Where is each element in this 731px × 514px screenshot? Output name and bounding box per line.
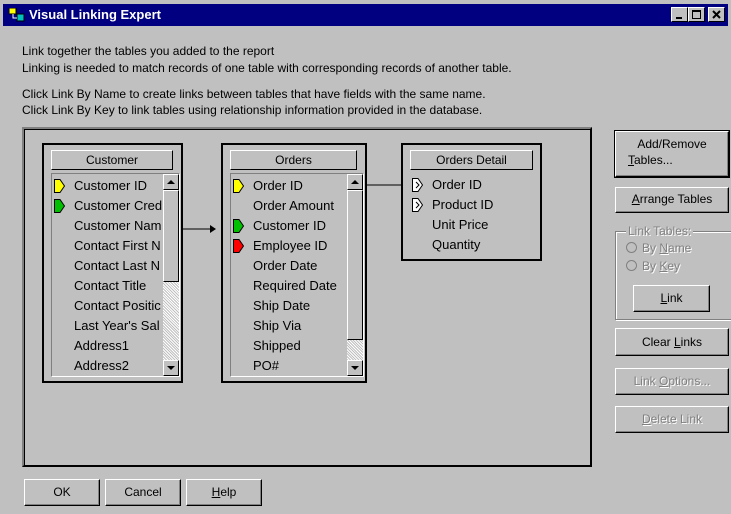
delete-link-button[interactable]: Delete Link [615,406,729,433]
by-name-radio[interactable]: By Name [626,241,691,255]
scroll-down-button[interactable] [347,360,363,376]
list-item[interactable]: Required Date [233,276,346,296]
orders-field-list[interactable]: Order ID Order Amount Customer ID Employ… [230,173,364,377]
orders-detail-field-list[interactable]: Order ID Product ID Unit Price Quantity [410,173,540,258]
list-item[interactable]: Contact Positic [54,296,162,316]
list-item[interactable]: Ship Via [233,316,346,336]
key-icon [233,219,244,233]
link-canvas[interactable]: Customer Customer ID Customer Cred Custo… [22,127,592,467]
window-title: Visual Linking Expert [29,7,161,22]
clear-links-button[interactable]: Clear Links [615,328,729,356]
close-button[interactable] [708,7,725,22]
list-item[interactable]: Order Date [233,256,346,276]
help-button[interactable]: Help [186,479,262,506]
ok-button[interactable]: OK [24,479,100,506]
list-item[interactable]: Unit Price [412,215,536,235]
scroll-track[interactable] [347,340,363,360]
list-item[interactable]: Address2 [54,356,162,376]
key-icon [233,239,244,253]
maximize-icon [692,10,701,19]
app-icon [9,8,25,22]
link-button[interactable]: Link [633,285,710,312]
maximize-button[interactable] [688,7,705,22]
scroll-track[interactable] [163,282,179,360]
scroll-thumb[interactable] [347,190,363,340]
minimize-button[interactable] [671,7,688,22]
list-item[interactable]: Customer Nam [54,216,162,236]
radio-icon [626,242,637,253]
list-item[interactable]: Shipped [233,336,346,356]
link-options-button[interactable]: Link Options... [615,368,729,395]
list-item[interactable]: Employee ID [233,236,346,256]
minimize-icon [676,17,682,19]
scroll-down-arrow-icon [167,366,175,370]
link-tables-legend: Link Tables: [626,224,694,238]
list-item[interactable]: Order Amount [233,196,346,216]
orders-scrollbar[interactable] [347,174,363,376]
intro-line-1: Link together the tables you added to th… [22,44,275,58]
list-item[interactable]: Last Year's Sal [54,316,162,336]
list-item[interactable]: Customer ID [233,216,346,236]
orders-detail-table-header[interactable]: Orders Detail [410,150,533,170]
scroll-up-arrow-icon [167,180,175,184]
title-bar[interactable]: Visual Linking Expert [3,4,728,26]
close-icon [712,10,721,19]
orders-detail-table[interactable]: Orders Detail Order ID Product ID Unit P… [401,143,542,261]
visual-linking-expert-window: Visual Linking Expert Link together the … [0,0,731,514]
link-arrow-icon [210,225,216,233]
list-item[interactable]: Ship Date [233,296,346,316]
list-item[interactable]: Contact Title [54,276,162,296]
customer-table[interactable]: Customer Customer ID Customer Cred Custo… [42,143,183,383]
arrange-tables-button[interactable]: Arrange Tables [615,187,729,213]
list-item[interactable]: Address1 [54,336,162,356]
add-remove-label-line-2: Tables... [628,153,673,167]
list-item[interactable]: Contact Last N [54,256,162,276]
key-icon [54,199,65,213]
scroll-up-button[interactable] [163,174,179,190]
cancel-button[interactable]: Cancel [105,479,181,506]
key-icon [54,179,65,193]
key-icon [412,198,423,212]
by-key-radio[interactable]: By Key [626,259,680,273]
list-item[interactable]: Contact First N [54,236,162,256]
list-item[interactable]: Product ID [412,195,536,215]
key-icon [412,178,423,192]
scroll-up-button[interactable] [347,174,363,190]
add-remove-tables-button[interactable]: Add/Remove Tables... [614,130,730,178]
orders-table-header[interactable]: Orders [230,150,357,170]
list-item[interactable]: Customer Cred [54,196,162,216]
list-item[interactable]: Order ID [412,175,536,195]
list-item[interactable]: PO# [233,356,346,376]
add-remove-label-line-1: Add/Remove [637,137,707,151]
intro-line-3: Click Link By Name to create links betwe… [22,87,486,101]
list-item[interactable]: Customer ID [54,176,162,196]
intro-line-2: Linking is needed to match records of on… [22,61,512,75]
scroll-down-arrow-icon [351,366,359,370]
customer-field-list[interactable]: Customer ID Customer Cred Customer Nam C… [51,173,180,377]
scroll-down-button[interactable] [163,360,179,376]
customer-table-header[interactable]: Customer [51,150,173,170]
orders-table[interactable]: Orders Order ID Order Amount Customer ID… [221,143,367,383]
customer-scrollbar[interactable] [163,174,179,376]
scroll-thumb[interactable] [163,190,179,282]
intro-line-4: Click Link By Key to link tables using r… [22,103,483,117]
radio-icon [626,260,637,271]
scroll-up-arrow-icon [351,180,359,184]
list-item[interactable]: Quantity [412,235,536,255]
link-tables-group: Link Tables: By Name By Key Link [615,224,731,320]
key-icon [233,179,244,193]
list-item[interactable]: Order ID [233,176,346,196]
